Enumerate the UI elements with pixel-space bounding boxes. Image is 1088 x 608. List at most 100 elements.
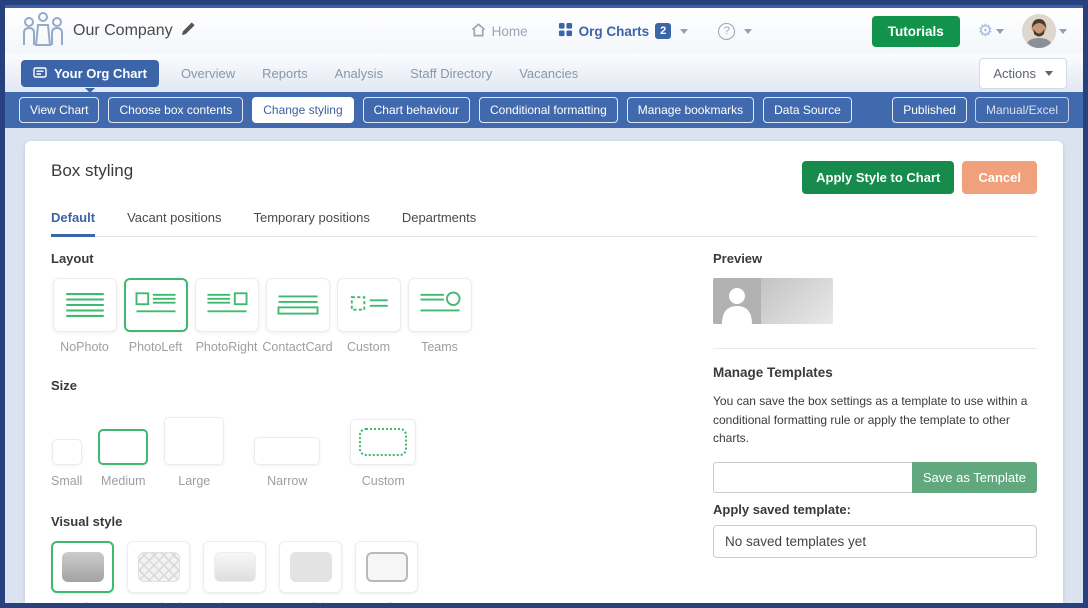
save-template-row: Save as Template: [713, 462, 1037, 493]
published-button[interactable]: Published: [892, 97, 967, 123]
layout-option-custom[interactable]: Custom: [335, 278, 402, 354]
visual-style-card-gradient: [51, 541, 114, 593]
header-nav: Home Org Charts 2 ?: [471, 22, 753, 40]
main-nav: Your Org Chart Overview Reports Analysis…: [5, 54, 1083, 92]
layout-heading: Layout: [51, 251, 685, 266]
visual-style-card-hatched: [127, 541, 190, 593]
size-option-narrow[interactable]: Narrow: [254, 437, 320, 488]
preview-photo-placeholder: [713, 278, 761, 324]
layout-option-photoleft[interactable]: PhotoLeft: [122, 278, 189, 354]
visual-style-card-outline: [355, 541, 418, 593]
panel-header: Box styling Apply Style to Chart Cancel: [51, 161, 1037, 194]
toolbar-status: Published Manual/Excel: [892, 97, 1069, 123]
page-title: Box styling: [51, 161, 133, 181]
visual-style-option-gradient[interactable]: Gradient: [51, 541, 114, 603]
layout-card-contactcard: [266, 278, 330, 332]
app-window: Our Company Home Org Charts 2 ?: [0, 0, 1088, 608]
size-option-large[interactable]: Large: [164, 417, 224, 488]
manage-templates-heading: Manage Templates: [713, 365, 1037, 380]
tab-vacancies[interactable]: Vacancies: [519, 66, 578, 81]
apply-style-button[interactable]: Apply Style to Chart: [802, 161, 954, 194]
gear-icon: ⚙: [978, 21, 993, 41]
template-name-input[interactable]: [713, 462, 912, 493]
tab-overview[interactable]: Overview: [181, 66, 235, 81]
chevron-down-icon: [680, 29, 688, 34]
layout-option-photoright[interactable]: PhotoRight: [193, 278, 260, 354]
visual-style-option-threed[interactable]: ThreeD: [203, 541, 266, 603]
help-icon: ?: [718, 23, 735, 40]
layout-options: NoPhoto PhotoLeft PhotoRig: [51, 278, 685, 354]
tab-temporary-positions[interactable]: Temporary positions: [254, 210, 370, 236]
tab-your-org-chart[interactable]: Your Org Chart: [21, 60, 159, 87]
tab-staff-directory[interactable]: Staff Directory: [410, 66, 492, 81]
layout-option-contactcard[interactable]: ContactCard: [264, 278, 331, 354]
chevron-down-icon: [744, 29, 752, 34]
threed-swatch: [214, 552, 256, 582]
manage-templates-description: You can save the box settings as a templ…: [713, 392, 1037, 448]
layout-option-nophoto[interactable]: NoPhoto: [51, 278, 118, 354]
manage-bookmarks-button[interactable]: Manage bookmarks: [627, 97, 754, 123]
layout-card-teams: [408, 278, 472, 332]
choose-box-contents-button[interactable]: Choose box contents: [108, 97, 243, 123]
cancel-button[interactable]: Cancel: [962, 161, 1037, 194]
custom-size-dotted-rect: [359, 428, 407, 456]
save-as-template-button[interactable]: Save as Template: [912, 462, 1037, 493]
edit-company-name-icon[interactable]: [181, 21, 196, 41]
tab-reports[interactable]: Reports: [262, 66, 308, 81]
settings-menu[interactable]: ⚙: [978, 21, 1004, 41]
size-option-medium[interactable]: Medium: [98, 429, 148, 488]
conditional-formatting-button[interactable]: Conditional formatting: [479, 97, 618, 123]
user-menu[interactable]: [1022, 14, 1067, 48]
size-option-small[interactable]: Small: [51, 439, 82, 488]
apply-saved-template-label: Apply saved template:: [713, 502, 1037, 517]
chart-behaviour-button[interactable]: Chart behaviour: [363, 97, 470, 123]
tab-departments[interactable]: Departments: [402, 210, 476, 236]
layout-photoright-icon: [202, 286, 252, 324]
nav-org-charts-label: Org Charts: [579, 24, 650, 39]
hatched-swatch: [138, 552, 180, 582]
solid-swatch: [290, 552, 332, 582]
layout-card-photoleft: [124, 278, 188, 332]
visual-style-option-outline[interactable]: Outline: [355, 541, 418, 603]
grid-icon: [558, 22, 573, 40]
layout-card-custom: [337, 278, 401, 332]
layout-contactcard-icon: [273, 286, 323, 324]
chevron-down-icon: [1059, 29, 1067, 34]
layout-option-teams[interactable]: Teams: [406, 278, 473, 354]
view-chart-button[interactable]: View Chart: [19, 97, 99, 123]
templates-column: Preview Manage Templates You can save th…: [713, 237, 1037, 603]
visual-style-option-hatched[interactable]: Hatched: [127, 541, 190, 603]
actions-button[interactable]: Actions: [979, 58, 1067, 89]
tutorials-button[interactable]: Tutorials: [872, 16, 960, 47]
person-silhouette-icon: [718, 284, 756, 324]
data-source-button[interactable]: Data Source: [763, 97, 852, 123]
size-box-small: [52, 439, 82, 465]
layout-custom-icon: [344, 286, 394, 324]
divider: [713, 348, 1037, 349]
change-styling-button[interactable]: Change styling: [252, 97, 353, 123]
size-heading: Size: [51, 378, 685, 393]
visual-style-card-threed: [203, 541, 266, 593]
saved-templates-select[interactable]: No saved templates yet: [713, 525, 1037, 558]
style-options-column: Layout NoPhoto PhotoLeft: [51, 237, 713, 603]
size-box-large: [164, 417, 224, 465]
nav-home[interactable]: Home: [471, 23, 528, 40]
nav-help[interactable]: ?: [718, 23, 752, 40]
company-logo-icon: [21, 11, 65, 52]
tab-default[interactable]: Default: [51, 210, 95, 237]
gradient-swatch: [62, 552, 104, 582]
org-charts-count-badge: 2: [655, 23, 671, 39]
outline-swatch: [366, 552, 408, 582]
nav-org-charts[interactable]: Org Charts 2: [558, 22, 689, 40]
manual-excel-button[interactable]: Manual/Excel: [975, 97, 1069, 123]
size-box-narrow: [254, 437, 320, 465]
visual-style-card-solid: [279, 541, 342, 593]
avatar: [1022, 14, 1056, 48]
tab-vacant-positions[interactable]: Vacant positions: [127, 210, 221, 236]
visual-style-option-solid[interactable]: Solid: [279, 541, 342, 603]
tab-analysis[interactable]: Analysis: [335, 66, 383, 81]
size-option-custom[interactable]: Custom: [350, 419, 416, 488]
chevron-down-icon: [1045, 71, 1053, 76]
actions-label: Actions: [993, 66, 1036, 81]
visual-style-heading: Visual style: [51, 514, 685, 529]
